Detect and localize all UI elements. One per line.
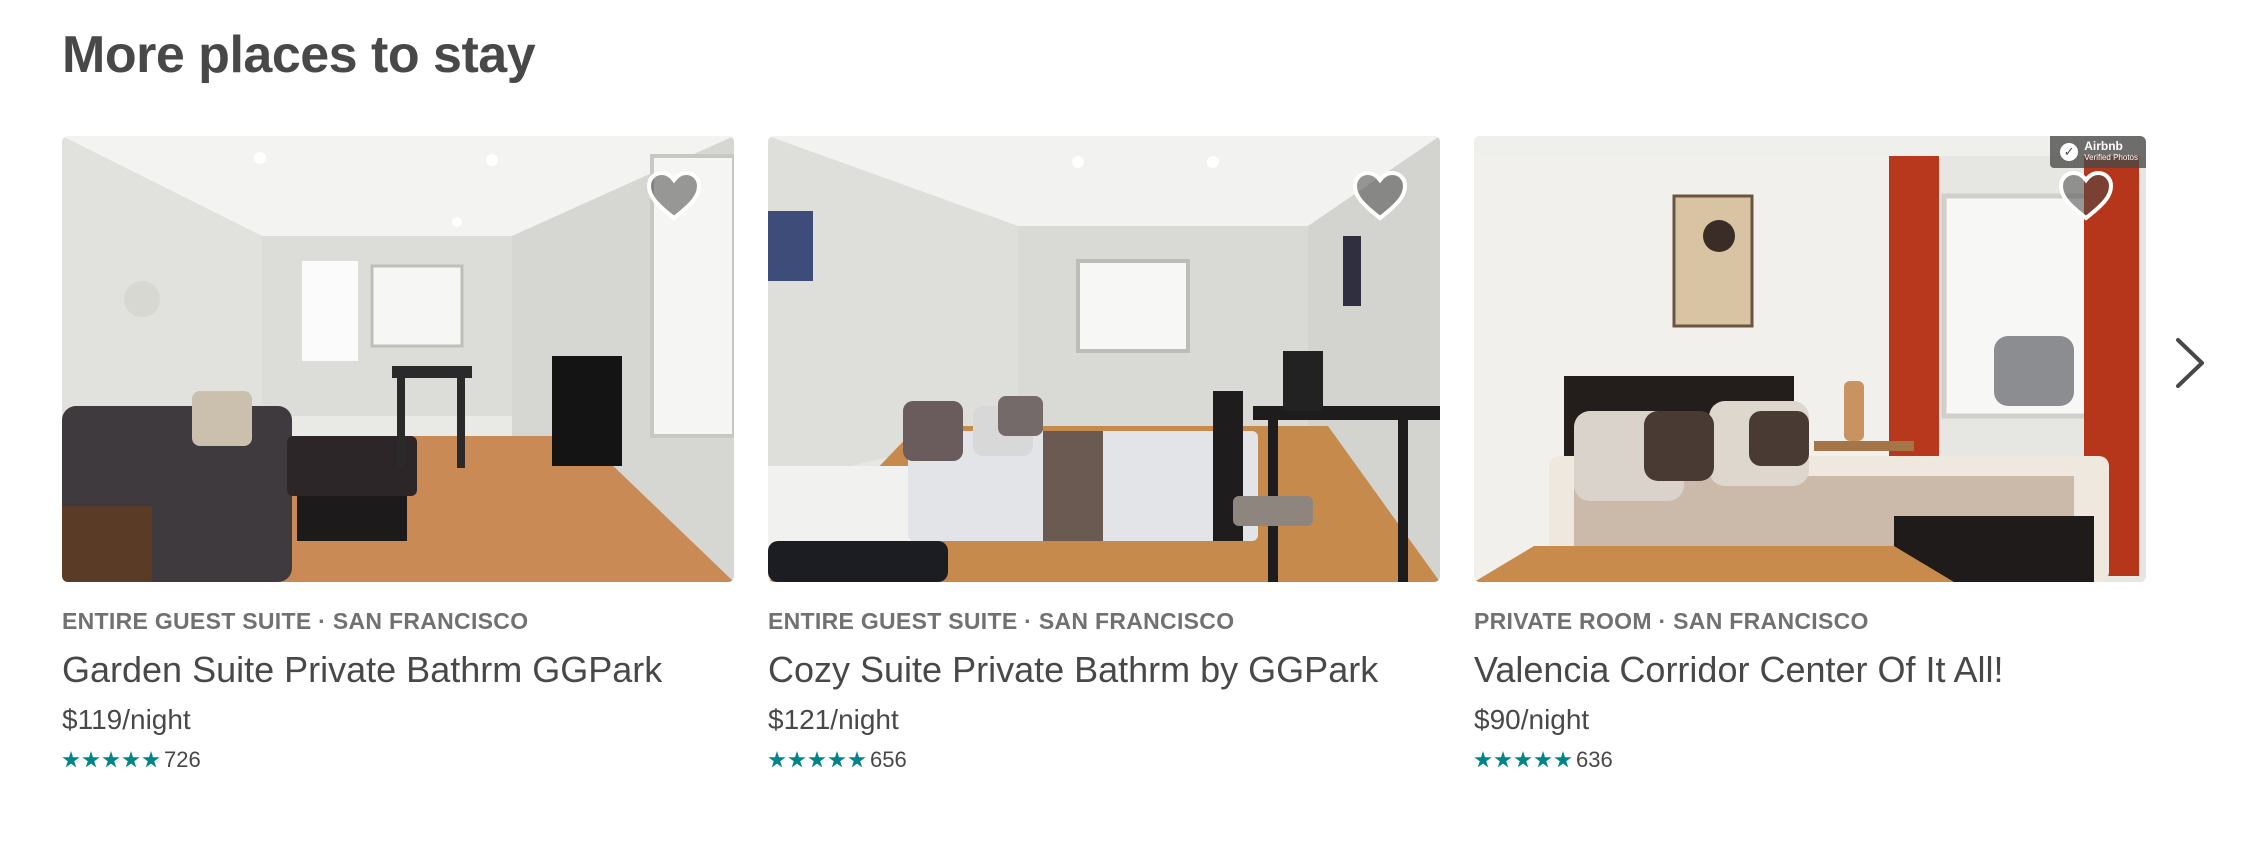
rating-stars	[768, 751, 866, 769]
listing-rating: 656	[768, 746, 1440, 774]
star-icon	[808, 751, 826, 768]
heart-icon	[1352, 170, 1408, 221]
listing-price: $119/night	[62, 704, 191, 735]
heart-icon	[2058, 170, 2114, 221]
listing-kind: ENTIRE GUEST SUITE · SAN FRANCISCO	[62, 608, 529, 634]
star-icon	[768, 751, 786, 768]
star-icon	[142, 751, 160, 768]
review-count: 636	[1576, 747, 1613, 772]
star-icon	[1474, 751, 1492, 768]
listing-rating: 636	[1474, 746, 2146, 774]
bedroom-photo	[768, 136, 1440, 582]
carousel-next-button[interactable]	[2172, 336, 2208, 390]
review-count: 656	[870, 747, 907, 772]
rating-stars	[62, 751, 160, 769]
verified-photos-badge: ✓ Airbnb Verified Photos	[2050, 136, 2146, 168]
star-icon	[62, 751, 80, 768]
private-room-photo	[1474, 136, 2146, 582]
listing-kind: PRIVATE ROOM · SAN FRANCISCO	[1474, 608, 1869, 634]
listing-title[interactable]: Cozy Suite Private Bathrm by GGPark	[768, 648, 1440, 692]
heart-icon	[646, 170, 702, 221]
section-title: More places to stay	[62, 26, 536, 84]
star-icon	[82, 751, 100, 768]
listing-card[interactable]: ENTIRE GUEST SUITE · SAN FRANCISCO Cozy …	[768, 136, 1440, 774]
badge-sub: Verified Photos	[2084, 153, 2138, 162]
star-icon	[1494, 751, 1512, 768]
listing-kind: ENTIRE GUEST SUITE · SAN FRANCISCO	[768, 608, 1235, 634]
save-heart-button[interactable]	[2058, 170, 2114, 222]
listing-price: $121/night	[768, 704, 899, 735]
listing-card[interactable]: ✓ Airbnb Verified Photos PRIVATE ROOM · …	[1474, 136, 2146, 774]
badge-brand: Airbnb	[2084, 139, 2123, 153]
star-icon	[102, 751, 120, 768]
star-icon	[122, 751, 140, 768]
check-icon: ✓	[2060, 143, 2079, 161]
star-icon	[828, 751, 846, 768]
listing-price: $90/night	[1474, 704, 1590, 735]
star-icon	[788, 751, 806, 768]
save-heart-button[interactable]	[1352, 170, 1408, 222]
listing-title[interactable]: Garden Suite Private Bathrm GGPark	[62, 648, 734, 692]
more-places-section: More places to stay ENTIRE GUEST SUITE ·…	[0, 0, 2252, 856]
listing-photo[interactable]	[62, 136, 734, 582]
star-icon	[1514, 751, 1532, 768]
living-room-photo	[62, 136, 734, 582]
review-count: 726	[164, 747, 201, 772]
listing-photo[interactable]: ✓ Airbnb Verified Photos	[1474, 136, 2146, 582]
listing-card[interactable]: ENTIRE GUEST SUITE · SAN FRANCISCO Garde…	[62, 136, 734, 774]
star-icon	[1534, 751, 1552, 768]
listing-title[interactable]: Valencia Corridor Center Of It All!	[1474, 648, 2146, 692]
rating-stars	[1474, 751, 1572, 769]
save-heart-button[interactable]	[646, 170, 702, 222]
star-icon	[848, 751, 866, 768]
listing-rating: 726	[62, 746, 734, 774]
listing-photo[interactable]	[768, 136, 1440, 582]
chevron-right-icon	[2176, 338, 2204, 388]
star-icon	[1554, 751, 1572, 768]
